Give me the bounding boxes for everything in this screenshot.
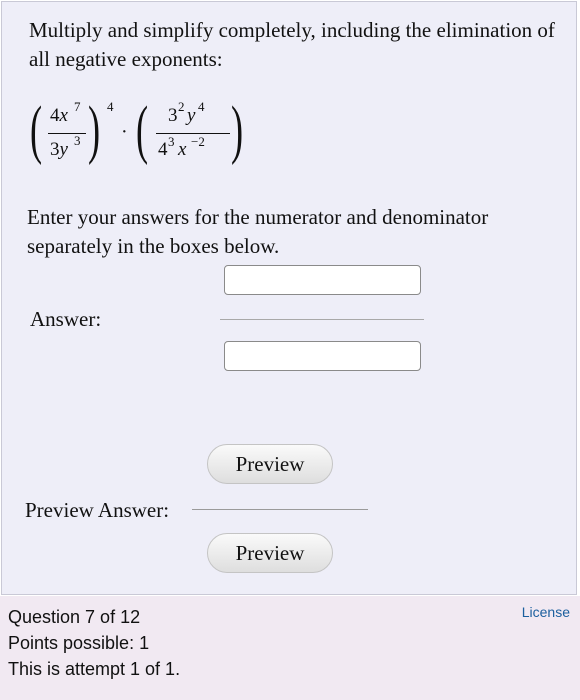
math-expression: ( 4x 7 3y 3 ) 4 · ( 3 2 y 4 4 3 x −2 ) (26, 97, 286, 177)
question-card: Multiply and simplify completely, includ… (1, 1, 577, 595)
points-possible: Points possible: 1 (8, 633, 150, 653)
second-den-base-exp: 3 (168, 134, 175, 149)
question-prompt: Multiply and simplify completely, includ… (29, 18, 555, 71)
first-den: 3y (50, 139, 68, 160)
right-paren-2: ) (231, 93, 244, 166)
second-den-var: x (178, 139, 187, 160)
answer-fraction-line (220, 319, 424, 320)
answer-label: Answer: (30, 307, 102, 331)
question-footer: Question 7 of 12 Points possible: 1 This… (0, 596, 580, 700)
second-den-var-exp: −2 (191, 134, 205, 149)
second-num-base-exp: 2 (178, 99, 185, 114)
denominator-input[interactable] (224, 341, 421, 371)
numerator-input[interactable] (224, 265, 421, 295)
outer-exp: 4 (107, 99, 114, 114)
right-paren-1: ) (88, 93, 101, 166)
preview-answer-button[interactable]: Preview (207, 533, 333, 573)
question-counter: Question 7 of 12 (8, 607, 141, 627)
first-num: 4x (50, 105, 68, 126)
second-num-var: y (187, 105, 196, 126)
second-num: 3 (168, 105, 178, 126)
preview-answer-label: Preview Answer: (25, 498, 170, 522)
multiply-dot: · (121, 121, 128, 143)
left-paren-1: ( (30, 93, 43, 166)
first-den-exp: 3 (74, 133, 81, 148)
license-link[interactable]: License (522, 604, 570, 620)
preview-button[interactable]: Preview (207, 444, 333, 484)
left-paren-2: ( (136, 93, 149, 166)
second-num-var-exp: 4 (198, 99, 205, 114)
preview-answer-line (192, 509, 368, 510)
answer-instructions: Enter your answers for the numerator and… (27, 205, 489, 258)
second-den: 4 (158, 139, 168, 160)
attempt-info: This is attempt 1 of 1. (8, 659, 181, 679)
first-num-exp: 7 (74, 99, 81, 114)
